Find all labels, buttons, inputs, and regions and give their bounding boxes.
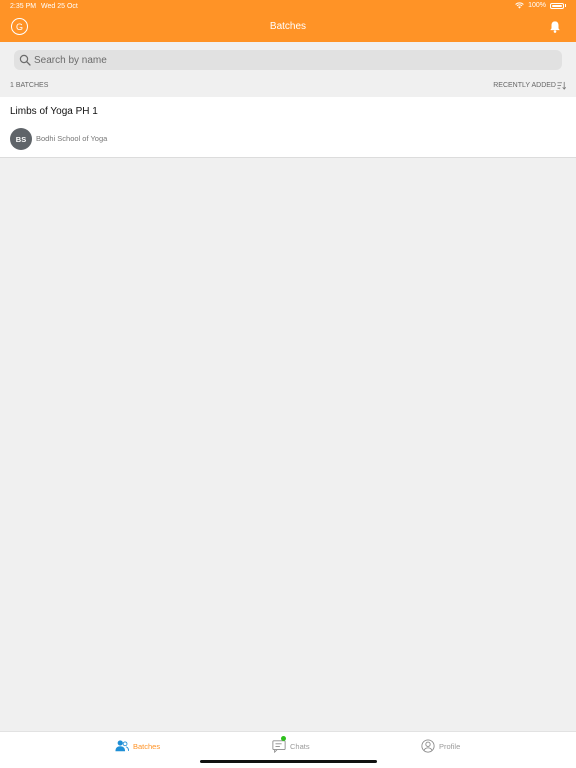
status-date: Wed 25 Oct [41,3,78,10]
sort-icon [557,81,566,90]
org-avatar: BS [10,128,32,150]
search-icon [19,54,31,66]
search-bar[interactable] [14,50,562,70]
status-right: 100% [515,2,566,9]
batch-count-label: 1 BATCHES [10,82,49,89]
tab-profile[interactable]: Profile [421,739,460,753]
tab-chats-label: Chats [290,741,310,751]
sort-button[interactable]: RECENTLY ADDED [493,81,566,90]
battery-icon [550,2,564,9]
app-header: 2:35 PM Wed 25 Oct 100% G Batches [0,0,576,42]
status-time: 2:35 PM [10,3,37,10]
status-bar: 2:35 PM Wed 25 Oct 100% [0,0,576,14]
search-input[interactable] [34,54,534,66]
battery-tip [565,4,566,7]
unread-badge [281,736,286,741]
wifi-icon [515,2,524,9]
chat-icon [272,740,286,754]
tab-profile-label: Profile [439,741,461,751]
home-indicator[interactable] [200,760,377,763]
batch-title: Limbs of Yoga PH 1 [10,106,98,117]
tab-batches-label: Batches [133,741,161,751]
org-name: Bodhi School of Yoga [36,134,108,143]
profile-icon [421,739,435,753]
bell-icon[interactable] [548,20,562,34]
page-title: Batches [269,21,307,32]
tab-chats[interactable]: Chats [272,736,310,754]
batch-list-item[interactable]: Limbs of Yoga PH 1 BS Bodhi School of Yo… [0,97,576,158]
sort-label: RECENTLY ADDED [493,82,556,89]
chat-icon-wrap [272,736,286,754]
tab-batches[interactable]: Batches [115,739,160,753]
battery-percent: 100% [528,2,546,9]
people-icon [115,740,129,752]
